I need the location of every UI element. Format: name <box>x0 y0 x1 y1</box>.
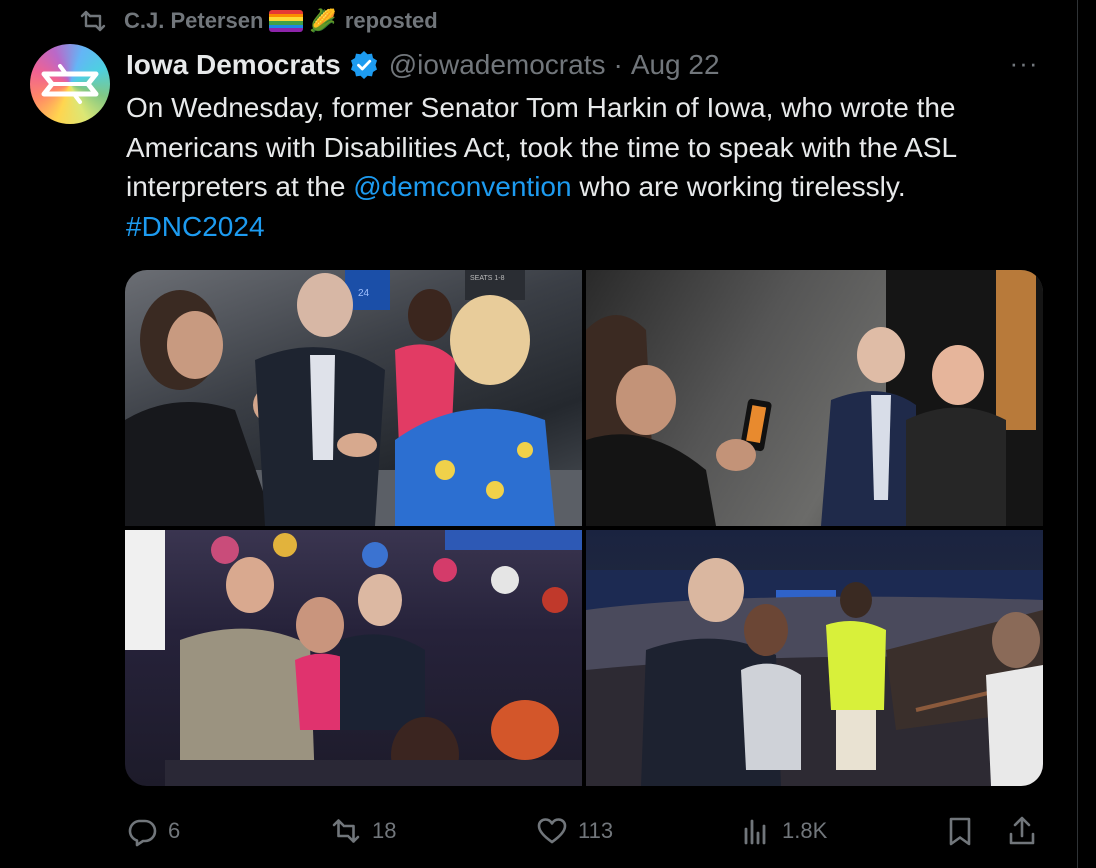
repost-icon <box>80 10 106 32</box>
photo-1-sign-text: SEATS 1-8 <box>470 275 505 282</box>
repost-icon <box>332 819 360 843</box>
photo-1[interactable]: 24 SEATS 1-8 <box>125 270 582 526</box>
photo-2[interactable] <box>586 270 1043 526</box>
repost-button[interactable]: 18 <box>330 806 396 856</box>
hashtag-link[interactable]: #DNC2024 <box>126 211 265 242</box>
reply-button[interactable]: 6 <box>126 806 180 856</box>
view-count: 1.8K <box>782 818 828 843</box>
reply-icon <box>128 819 157 847</box>
more-options-button[interactable]: ··· <box>1004 48 1044 78</box>
tweet-header: Iowa Democrats @iowademocrats · Aug 22 <box>126 46 720 84</box>
views-button[interactable]: 1.8K <box>740 806 827 856</box>
repost-context[interactable]: C.J. Petersen 🌽 reposted <box>78 6 438 36</box>
reposter-name[interactable]: C.J. Petersen <box>124 8 263 34</box>
repost-label: reposted <box>344 8 438 33</box>
separator-dot: · <box>613 49 623 80</box>
rainbow-flag-icon <box>269 10 304 32</box>
iowa-democrats-logo-icon <box>41 64 99 104</box>
timeline-border <box>1077 0 1078 868</box>
avatar[interactable] <box>30 44 110 124</box>
share-button[interactable] <box>1006 806 1038 856</box>
bookmark-button[interactable] <box>944 806 976 856</box>
photo-3[interactable] <box>125 530 582 786</box>
corn-emoji: 🌽 <box>309 8 337 33</box>
display-name[interactable]: Iowa Democrats <box>126 49 341 81</box>
photo-3-image <box>125 530 582 786</box>
photo-4[interactable] <box>586 530 1043 786</box>
tweet-text-part-2: who are working tirelessly. <box>571 171 906 202</box>
tweet-text: On Wednesday, former Senator Tom Harkin … <box>126 88 1046 246</box>
like-icon <box>537 818 567 844</box>
reply-count: 6 <box>168 818 181 843</box>
tweet-actions: 6 18 113 1.8K <box>126 806 1046 856</box>
photo-2-image <box>586 270 1043 526</box>
share-icon <box>1009 816 1035 845</box>
like-button[interactable]: 113 <box>536 806 613 856</box>
verified-badge-icon[interactable] <box>349 50 379 80</box>
post-date[interactable]: Aug 22 <box>631 49 720 81</box>
photo-4-image <box>586 558 1043 786</box>
media-grid: 24 SEATS 1-8 <box>125 270 1043 786</box>
photo-1-image: 24 SEATS 1-8 <box>125 270 582 526</box>
bookmark-icon <box>949 817 971 846</box>
views-icon <box>744 819 766 845</box>
mention-link[interactable]: @demconvention <box>353 171 571 202</box>
handle[interactable]: @iowademocrats <box>389 49 606 81</box>
photo-1-screen-text: 24 <box>358 288 370 299</box>
repost-count: 18 <box>372 818 397 843</box>
like-count: 113 <box>578 818 614 843</box>
